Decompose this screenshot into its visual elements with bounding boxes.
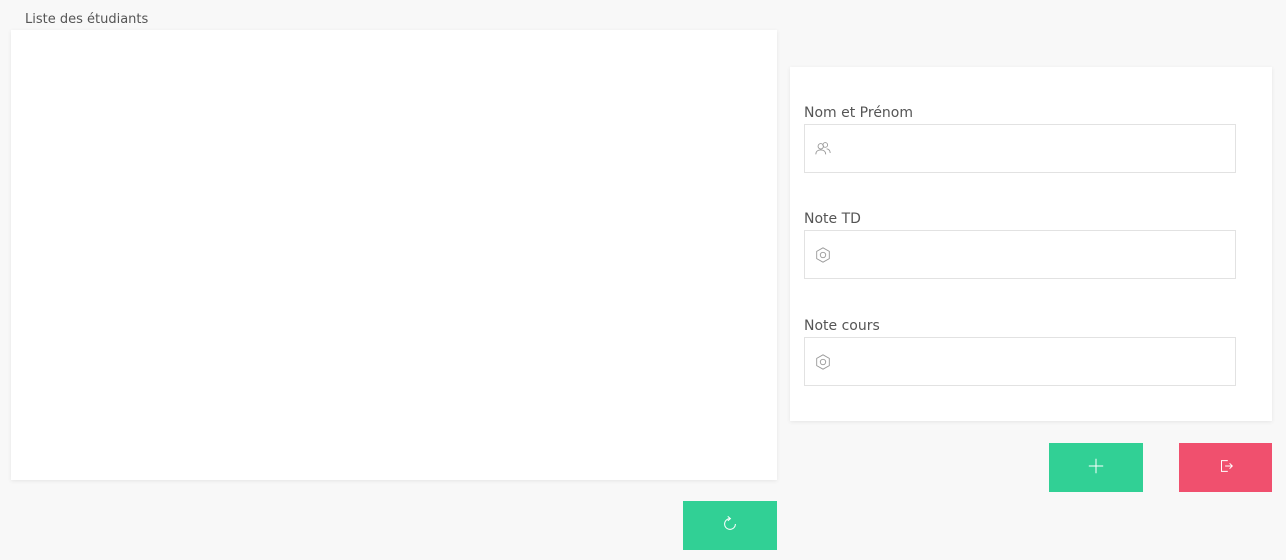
note-cours-label: Note cours bbox=[804, 318, 880, 334]
refresh-icon bbox=[721, 515, 739, 536]
app-page: Liste des étudiants Nom et Prénom Note T… bbox=[0, 0, 1286, 560]
name-field[interactable] bbox=[804, 124, 1236, 173]
exit-button[interactable] bbox=[1179, 443, 1272, 492]
users-icon bbox=[814, 140, 832, 158]
note-td-input[interactable] bbox=[832, 231, 1235, 278]
hexagon-icon bbox=[814, 353, 832, 371]
student-list-title: Liste des étudiants bbox=[25, 12, 149, 27]
hexagon-icon bbox=[814, 246, 832, 264]
refresh-button[interactable] bbox=[683, 501, 777, 550]
student-form-panel: Nom et Prénom Note TD Note cours bbox=[790, 67, 1272, 421]
student-list-panel bbox=[11, 30, 777, 480]
name-label: Nom et Prénom bbox=[804, 105, 914, 121]
sign-out-icon bbox=[1217, 457, 1235, 478]
note-td-label: Note TD bbox=[804, 211, 861, 227]
add-student-button[interactable] bbox=[1049, 443, 1143, 492]
name-input[interactable] bbox=[832, 125, 1235, 172]
plus-icon bbox=[1087, 457, 1105, 478]
note-cours-field[interactable] bbox=[804, 337, 1236, 386]
note-td-field[interactable] bbox=[804, 230, 1236, 279]
note-cours-input[interactable] bbox=[832, 338, 1235, 385]
